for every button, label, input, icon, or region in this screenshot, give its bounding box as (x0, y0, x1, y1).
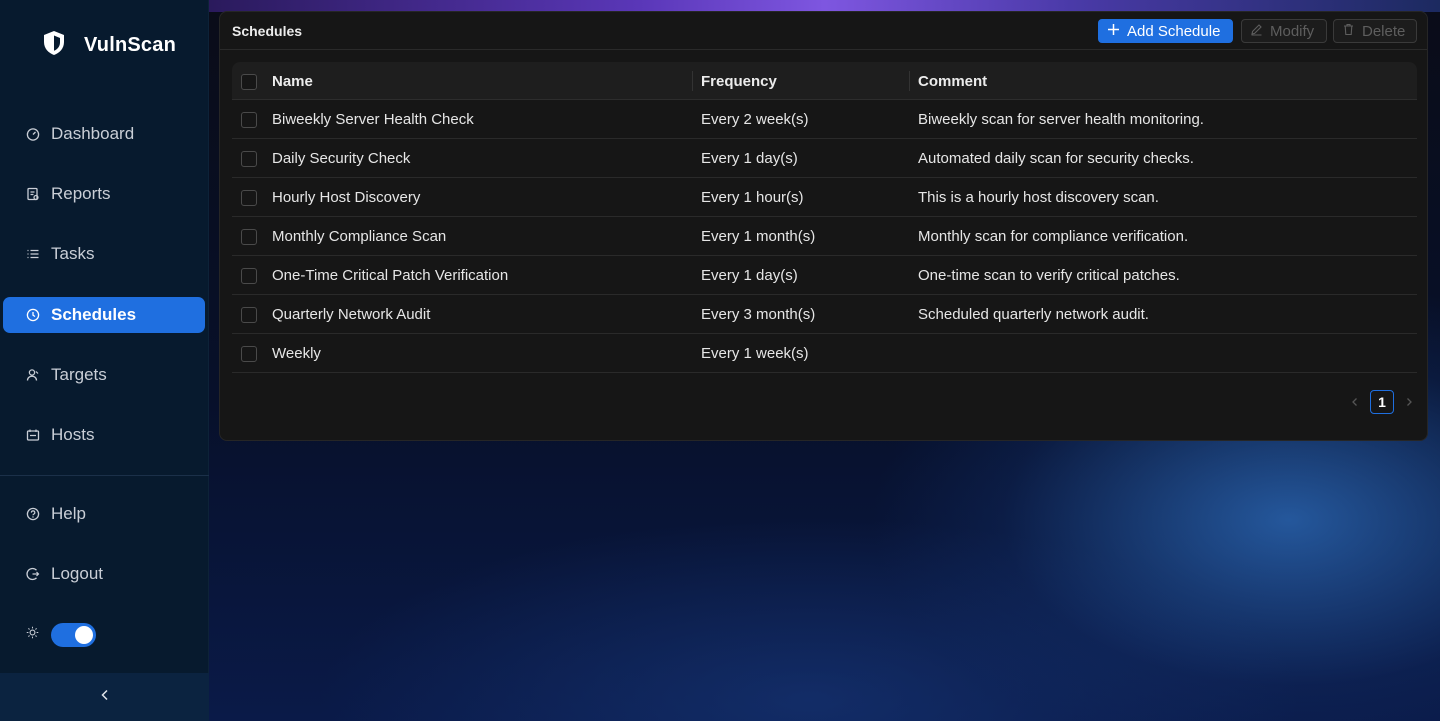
schedules-card: Schedules Add Schedule Modify Delete Nam… (219, 11, 1428, 441)
sun-icon (26, 626, 39, 644)
schedule-comment: Scheduled quarterly network audit. (918, 305, 1149, 323)
dashboard-icon (26, 127, 40, 141)
sidebar-item-label: Help (51, 504, 86, 523)
chevron-left-icon (99, 688, 111, 706)
schedule-name: Monthly Compliance Scan (272, 227, 447, 245)
schedule-frequency: Every 1 day(s) (701, 266, 798, 284)
select-all-checkbox[interactable] (241, 74, 257, 90)
column-divider[interactable] (692, 71, 693, 91)
prev-page-icon[interactable] (1348, 395, 1362, 409)
sidebar-item-tasks[interactable]: Tasks (3, 236, 205, 272)
add-schedule-label: Add Schedule (1127, 22, 1221, 40)
schedule-frequency: Every 1 day(s) (701, 149, 798, 167)
page-title: Schedules (232, 23, 303, 39)
table-row[interactable]: One-Time Critical Patch Verification Eve… (232, 256, 1417, 295)
card-header: Schedules Add Schedule Modify Delete (220, 12, 1427, 50)
sidebar-item-label: Targets (51, 365, 107, 384)
sidebar-divider (0, 475, 209, 476)
table-row[interactable]: Biweekly Server Health Check Every 2 wee… (232, 100, 1417, 139)
row-checkbox[interactable] (241, 151, 257, 167)
page-number-current[interactable]: 1 (1370, 390, 1394, 414)
schedule-frequency: Every 1 month(s) (701, 227, 816, 245)
sidebar-item-hosts[interactable]: Hosts (3, 417, 205, 453)
theme-toggle[interactable] (51, 623, 96, 647)
reports-icon (26, 187, 40, 201)
edit-icon (1250, 23, 1263, 40)
toggle-knob (75, 626, 93, 644)
targets-icon (26, 368, 40, 382)
sidebar-item-reports[interactable]: Reports (3, 176, 205, 212)
schedule-comment: One-time scan to verify critical patches… (918, 266, 1180, 284)
row-checkbox[interactable] (241, 229, 257, 245)
table-row[interactable]: Daily Security Check Every 1 day(s) Auto… (232, 139, 1417, 178)
plus-icon (1107, 23, 1120, 40)
sidebar-item-schedules[interactable]: Schedules (3, 297, 205, 333)
schedule-name: Biweekly Server Health Check (272, 110, 474, 128)
sidebar-item-label: Dashboard (51, 124, 135, 143)
brand[interactable]: VulnScan (40, 28, 176, 62)
theme-toggle-row (26, 623, 96, 647)
table-row[interactable]: Weekly Every 1 week(s) (232, 334, 1417, 373)
table-row[interactable]: Monthly Compliance Scan Every 1 month(s)… (232, 217, 1417, 256)
column-header-frequency[interactable]: Frequency (701, 62, 777, 100)
schedule-comment: Biweekly scan for server health monitori… (918, 110, 1204, 128)
schedule-name: Hourly Host Discovery (272, 188, 421, 206)
sidebar-item-label: Hosts (51, 425, 95, 444)
collapse-sidebar-button[interactable] (0, 673, 209, 721)
schedules-table: Name Frequency Comment Biweekly Server H… (232, 62, 1417, 373)
hosts-icon (26, 428, 40, 442)
schedule-frequency: Every 1 hour(s) (701, 188, 804, 206)
column-divider[interactable] (909, 71, 910, 91)
schedule-comment: Automated daily scan for security checks… (918, 149, 1194, 167)
add-schedule-button[interactable]: Add Schedule (1098, 19, 1233, 43)
app-name: VulnScan (84, 33, 176, 56)
column-header-name[interactable]: Name (272, 62, 313, 100)
logout-icon (26, 567, 40, 581)
row-checkbox[interactable] (241, 268, 257, 284)
modify-button[interactable]: Modify (1241, 19, 1327, 43)
sidebar-item-help[interactable]: Help (3, 496, 205, 532)
sidebar: VulnScan Dashboard Reports Tasks Schedul… (0, 0, 209, 721)
table-row[interactable]: Hourly Host Discovery Every 1 hour(s) Th… (232, 178, 1417, 217)
sidebar-item-label: Tasks (51, 244, 95, 263)
sidebar-item-label: Reports (51, 184, 111, 203)
row-checkbox[interactable] (241, 112, 257, 128)
schedule-comment: Monthly scan for compliance verification… (918, 227, 1189, 245)
modify-label: Modify (1270, 22, 1315, 40)
sidebar-item-label: Logout (51, 564, 103, 583)
schedule-frequency: Every 3 month(s) (701, 305, 816, 323)
schedule-name: Weekly (272, 344, 321, 362)
help-icon (26, 507, 40, 521)
delete-label: Delete (1362, 22, 1406, 40)
pagination: 1 (1348, 390, 1416, 414)
table-row[interactable]: Quarterly Network Audit Every 3 month(s)… (232, 295, 1417, 334)
schedule-frequency: Every 2 week(s) (701, 110, 809, 128)
sidebar-item-label: Schedules (51, 305, 137, 324)
row-checkbox[interactable] (241, 190, 257, 206)
delete-button[interactable]: Delete (1333, 19, 1417, 43)
shield-logo-icon (40, 29, 68, 62)
schedule-name: Quarterly Network Audit (272, 305, 431, 323)
schedule-frequency: Every 1 week(s) (701, 344, 809, 362)
sidebar-item-targets[interactable]: Targets (3, 357, 205, 393)
sidebar-item-logout[interactable]: Logout (3, 556, 205, 592)
tasks-icon (26, 247, 40, 261)
sidebar-item-dashboard[interactable]: Dashboard (3, 116, 205, 152)
schedule-name: One-Time Critical Patch Verification (272, 266, 509, 284)
clock-icon (26, 308, 40, 322)
table-header: Name Frequency Comment (232, 62, 1417, 100)
row-checkbox[interactable] (241, 307, 257, 323)
schedule-comment: This is a hourly host discovery scan. (918, 188, 1159, 206)
column-header-comment[interactable]: Comment (918, 62, 987, 100)
schedule-name: Daily Security Check (272, 149, 411, 167)
next-page-icon[interactable] (1402, 395, 1416, 409)
trash-icon (1342, 23, 1355, 40)
row-checkbox[interactable] (241, 346, 257, 362)
